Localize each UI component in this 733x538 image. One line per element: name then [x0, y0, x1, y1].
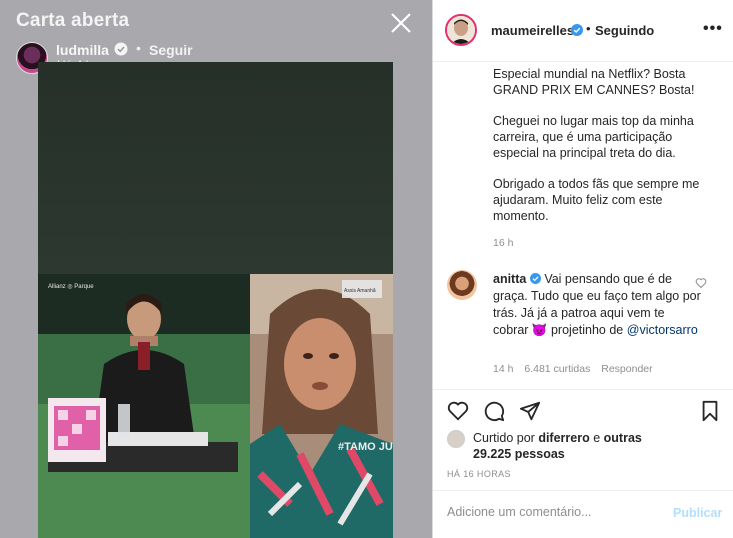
caption-paragraph: Cheguei no lugar mais top da minha carre… [493, 114, 694, 160]
post-date[interactable]: HÁ 16 HORAS [447, 469, 511, 479]
comment-text: projetinho de [550, 323, 624, 337]
comment-item: anitta Vai pensando que é de graça. Tudo… [493, 271, 703, 339]
story-username[interactable]: ludmilla [56, 42, 109, 58]
stadium-scene: Allianz ◎ Parque [38, 274, 250, 538]
video-dark-area [38, 62, 393, 274]
verified-badge-icon [571, 24, 583, 36]
close-icon[interactable] [386, 8, 416, 38]
separator-dot: • [136, 40, 141, 56]
likes-avatar[interactable] [447, 430, 465, 448]
likes-prefix: Curtido por [473, 431, 535, 445]
devil-emoji-icon: 👿 [531, 323, 548, 337]
more-options-icon[interactable]: ••• [703, 20, 723, 38]
post-actions: Curtido por diferrero e outras 29.225 pe… [433, 389, 733, 487]
comment-username[interactable]: anitta [493, 272, 526, 286]
post-panel: maumeirelles • Seguindo ••• Especial mun… [432, 0, 733, 538]
close-button[interactable] [386, 8, 416, 38]
comment-timestamp[interactable]: 14 h [493, 363, 513, 375]
story-video[interactable]: Allianz ◎ Parque Assis Amanhã #TAMO JU [38, 62, 393, 538]
comment-input[interactable] [447, 505, 647, 519]
caption-paragraph: Especial mundial na Netflix? Bosta GRAND… [493, 67, 695, 97]
heart-outline-icon[interactable] [695, 277, 707, 289]
post-avatar[interactable] [445, 14, 477, 46]
follow-button[interactable]: Seguir [149, 42, 193, 58]
likes-summary: Curtido por diferrero e outras 29.225 pe… [473, 430, 653, 462]
video-frame-selfie: Assis Amanhã #TAMO JUNTO [250, 274, 393, 538]
post-header: maumeirelles • Seguindo ••• [433, 0, 733, 62]
comment-meta: 14 h 6.481 curtidas Responder [493, 363, 661, 375]
video-frame-stadium: Allianz ◎ Parque [38, 274, 250, 538]
caption-timestamp[interactable]: 16 h [493, 237, 513, 249]
verified-badge-icon [114, 42, 128, 56]
hashtag-overlay-text: #TAMO JUNTO [338, 441, 393, 453]
story-title: Carta aberta [16, 10, 130, 31]
post-username[interactable]: maumeirelles [491, 23, 574, 38]
comment-likes[interactable]: 6.481 curtidas [524, 363, 590, 375]
post-caption: Especial mundial na Netflix? Bosta GRAND… [493, 66, 718, 239]
comment-composer: Publicar [433, 490, 733, 538]
publish-button[interactable]: Publicar [673, 506, 722, 520]
avatar-photo [447, 16, 475, 44]
stadium-overlay-text: Allianz ◎ Parque [48, 284, 94, 290]
comment-icon[interactable] [483, 400, 505, 422]
share-icon[interactable] [519, 400, 541, 422]
reply-button[interactable]: Responder [601, 363, 652, 375]
likes-user-link[interactable]: diferrero [538, 431, 589, 445]
story-viewer: Carta aberta ludmilla • Seguir Há 4 hora… [0, 0, 432, 538]
verified-badge-icon [529, 273, 541, 284]
heart-icon[interactable] [447, 400, 469, 422]
selfie-scene: Assis Amanhã #TAMO JUNTO [250, 274, 393, 538]
selfie-overlay-text: Assis Amanhã [344, 288, 376, 294]
caption-paragraph: Obrigado a todos fãs que sempre me ajuda… [493, 177, 700, 223]
following-button[interactable]: Seguindo [595, 23, 654, 38]
likes-middle: e [593, 431, 601, 445]
separator-dot: • [586, 21, 591, 36]
comment-mention-link[interactable]: @victorsarro [627, 323, 698, 337]
bookmark-icon[interactable] [699, 400, 721, 422]
comment-avatar[interactable] [447, 270, 477, 300]
